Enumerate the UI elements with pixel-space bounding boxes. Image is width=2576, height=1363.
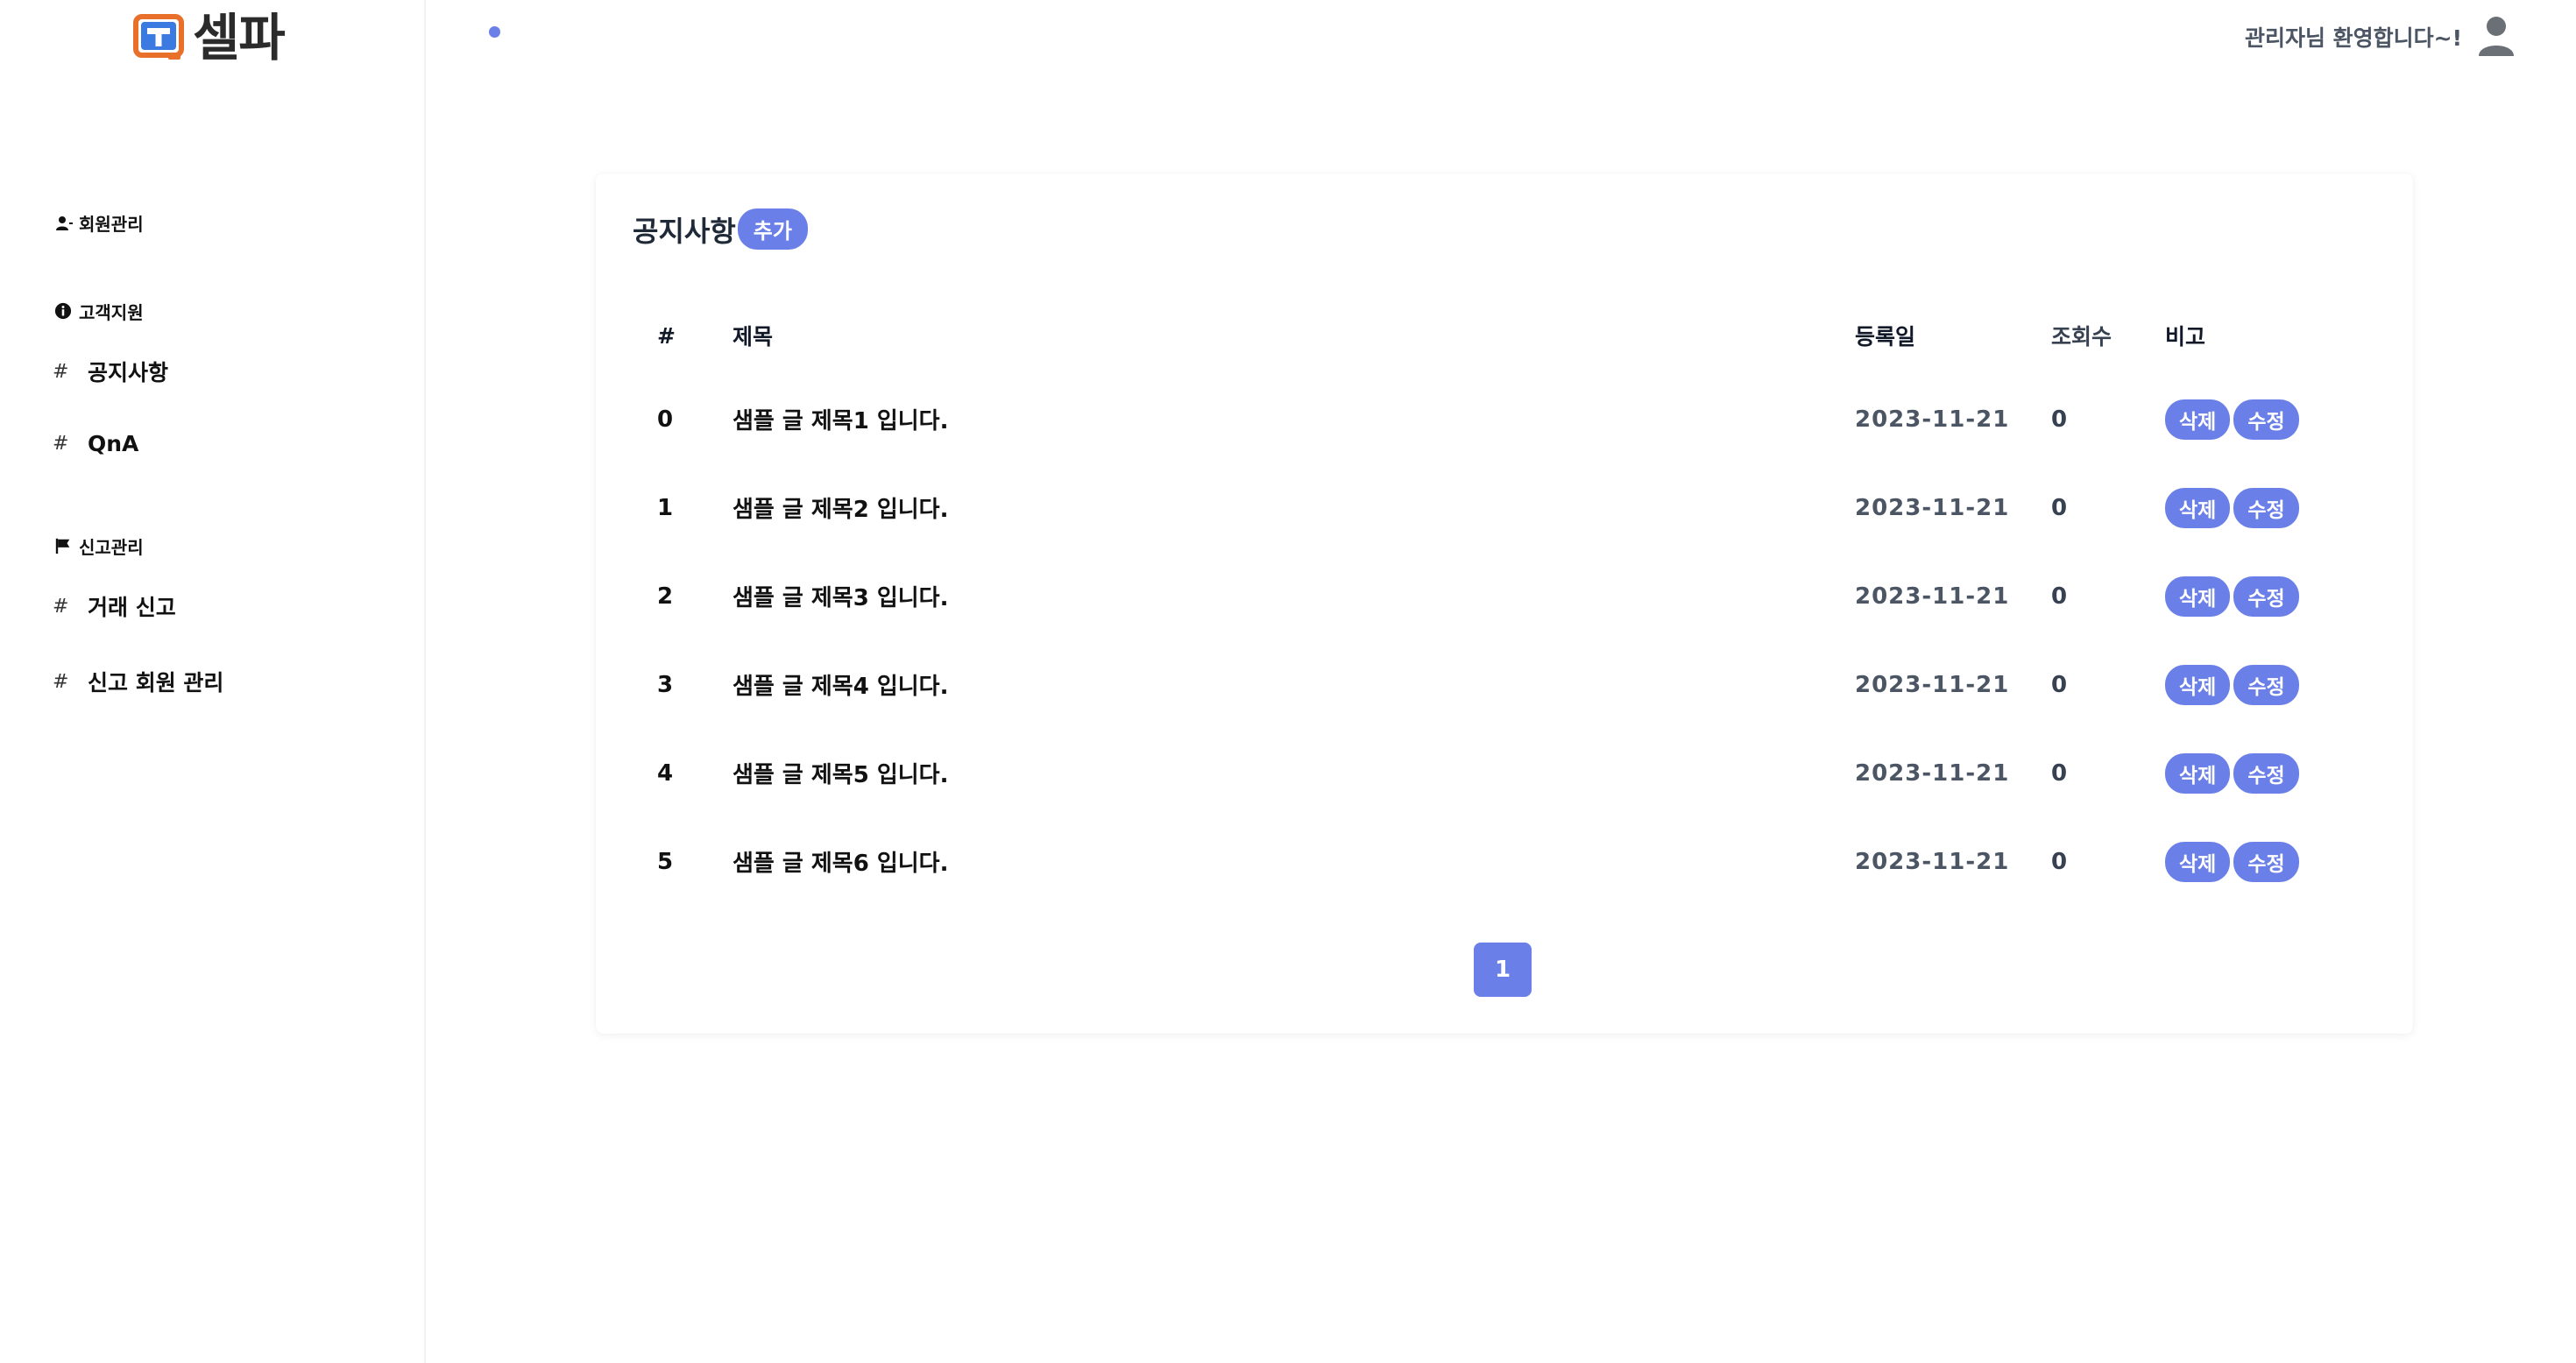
user-icon [54,214,74,233]
row-views: 0 [2051,759,2068,787]
info-icon [54,302,74,321]
user-icon[interactable] [2478,16,2515,58]
column-header-num: # [657,322,676,349]
delete-button[interactable]: 삭제 [2165,841,2231,882]
row-actions: 삭제 수정 [2165,463,2376,552]
page-title: 공지사항 [633,214,736,248]
table-row[interactable]: 0 샘플 글 제목1 입니다. 2023-11-21 0 삭제 수정 [633,375,2376,463]
status-dot [489,26,500,38]
sidebar-section-label: 고객지원 [79,302,144,323]
sidebar-section-label: 신고관리 [79,537,144,558]
hash-icon: # [53,595,69,618]
sidebar-item-label: 공지사항 [88,360,169,385]
row-title[interactable]: 샘플 글 제목2 입니다. [732,463,1855,552]
row-date: 2023-11-21 [1855,406,2010,433]
row-actions: 삭제 수정 [2165,375,2376,463]
row-title[interactable]: 샘플 글 제목4 입니다. [732,640,1855,729]
row-num: 3 [657,671,674,698]
row-title[interactable]: 샘플 글 제목1 입니다. [732,375,1855,463]
row-actions: 삭제 수정 [2165,729,2376,817]
table-header-row: # 제목 등록일 조회수 비고 [633,296,2376,375]
flag-icon [54,537,74,556]
sidebar-item-label: 거래 신고 [88,595,176,620]
row-num: 2 [657,583,674,610]
edit-button[interactable]: 수정 [2233,576,2299,617]
table-row[interactable]: 4 샘플 글 제목5 입니다. 2023-11-21 0 삭제 수정 [633,729,2376,817]
row-actions: 삭제 수정 [2165,640,2376,729]
row-actions: 삭제 수정 [2165,552,2376,640]
row-date: 2023-11-21 [1855,494,2010,521]
row-date: 2023-11-21 [1855,759,2010,787]
sidebar-section-reports: 신고관리 [54,533,144,559]
sidebar-section-label: 회원관리 [79,214,144,235]
edit-button[interactable]: 수정 [2233,399,2299,440]
sidebar-section-support: 고객지원 [54,299,144,324]
logo[interactable]: 셀파 [133,8,286,67]
sidebar: 셀파 회원관리 고객지원 # 공지사항 # QnA 신고관리 # 거래 신고 #… [0,0,426,1363]
edit-button[interactable]: 수정 [2233,487,2299,528]
table-row[interactable]: 5 샘플 글 제목6 입니다. 2023-11-21 0 삭제 수정 [633,817,2376,906]
row-num: 4 [657,759,674,787]
sidebar-item-label: QnA [88,431,139,456]
sidebar-item-trade-report[interactable]: # 거래 신고 [53,590,176,622]
card-header: 공지사항 추가 [633,208,808,250]
row-date: 2023-11-21 [1855,583,2010,610]
edit-button[interactable]: 수정 [2233,752,2299,794]
row-num: 1 [657,494,674,521]
row-num: 0 [657,406,674,433]
column-header-views: 조회수 [2051,324,2112,350]
hash-icon: # [53,360,69,383]
delete-button[interactable]: 삭제 [2165,399,2231,440]
sidebar-item-reported-members[interactable]: # 신고 회원 관리 [53,666,223,697]
notice-table: # 제목 등록일 조회수 비고 0 샘플 글 제목1 입니다. 2023-11-… [633,296,2376,906]
column-header-note: 비고 [2165,324,2206,350]
table-row[interactable]: 3 샘플 글 제목4 입니다. 2023-11-21 0 삭제 수정 [633,640,2376,729]
pagination-page-button[interactable]: 1 [1474,943,1532,997]
row-actions: 삭제 수정 [2165,817,2376,906]
row-title[interactable]: 샘플 글 제목3 입니다. [732,552,1855,640]
row-views: 0 [2051,583,2068,610]
row-date: 2023-11-21 [1855,671,2010,698]
edit-button[interactable]: 수정 [2233,664,2299,705]
table-row[interactable]: 1 샘플 글 제목2 입니다. 2023-11-21 0 삭제 수정 [633,463,2376,552]
edit-button[interactable]: 수정 [2233,841,2299,882]
delete-button[interactable]: 삭제 [2165,752,2231,794]
sidebar-item-notice[interactable]: # 공지사항 [53,356,168,387]
row-views: 0 [2051,848,2068,875]
row-views: 0 [2051,671,2068,698]
sidebar-item-label: 신고 회원 관리 [88,670,224,696]
add-button[interactable]: 추가 [737,208,808,250]
delete-button[interactable]: 삭제 [2165,664,2231,705]
row-title[interactable]: 샘플 글 제목6 입니다. [732,817,1855,906]
sidebar-section-members[interactable]: 회원관리 [54,210,144,236]
column-header-date: 등록일 [1855,324,1916,350]
column-header-title: 제목 [732,324,774,350]
table-row[interactable]: 2 샘플 글 제목3 입니다. 2023-11-21 0 삭제 수정 [633,552,2376,640]
delete-button[interactable]: 삭제 [2165,487,2231,528]
row-num: 5 [657,848,674,875]
hash-icon: # [53,433,69,455]
hash-icon: # [53,670,69,693]
brand-name: 셀파 [193,8,286,67]
logo-icon [133,14,184,61]
sidebar-item-qna[interactable]: # QnA [53,431,138,456]
welcome-text: 관리자님 환영합니다~! [2244,25,2462,51]
row-title[interactable]: 샘플 글 제목5 입니다. [732,729,1855,817]
row-date: 2023-11-21 [1855,848,2010,875]
delete-button[interactable]: 삭제 [2165,576,2231,617]
row-views: 0 [2051,494,2068,521]
row-views: 0 [2051,406,2068,433]
notice-card: 공지사항 추가 # 제목 등록일 조회수 비고 0 샘플 글 제목1 입니다. … [596,173,2413,1034]
welcome-area: 관리자님 환영합니다~! [2245,16,2515,58]
